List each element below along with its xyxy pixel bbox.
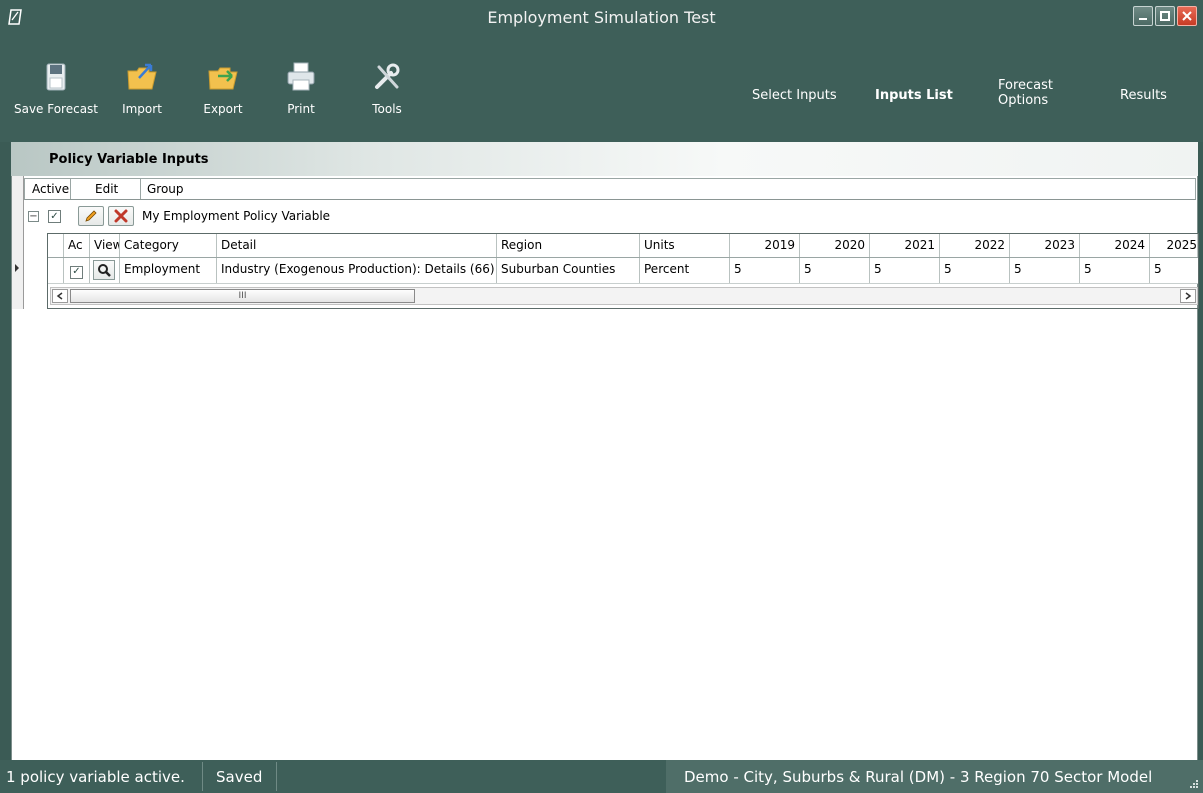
- column-header-2022[interactable]: 2022: [940, 234, 1010, 257]
- cell-detail[interactable]: Industry (Exogenous Production): Details…: [217, 258, 497, 283]
- nav-forecast-options-line1: Forecast: [998, 78, 1054, 93]
- close-button[interactable]: [1177, 6, 1197, 26]
- status-model-panel: Demo - City, Suburbs & Rural (DM) - 3 Re…: [666, 760, 1203, 793]
- delete-group-button[interactable]: [108, 206, 134, 226]
- column-header-2024[interactable]: 2024: [1080, 234, 1150, 257]
- cell-category[interactable]: Employment: [120, 258, 217, 283]
- column-separator: [140, 179, 141, 199]
- row-active-cell: ✓: [64, 258, 90, 283]
- cell-2023[interactable]: 5: [1010, 258, 1080, 283]
- column-header-edit[interactable]: Edit: [95, 182, 118, 196]
- wrench-screwdriver-icon: [375, 63, 400, 89]
- tools-label: Tools: [372, 102, 402, 116]
- cell-2022[interactable]: 5: [940, 258, 1010, 283]
- status-divider: [276, 762, 277, 791]
- detail-row-header-spacer: [48, 234, 64, 257]
- column-header-units[interactable]: Units: [640, 234, 730, 257]
- resize-grip-icon[interactable]: [1189, 779, 1199, 789]
- column-header-2019[interactable]: 2019: [730, 234, 800, 257]
- current-row-arrow-icon: [15, 264, 19, 272]
- group-name: My Employment Policy Variable: [142, 209, 331, 223]
- column-header-2021[interactable]: 2021: [870, 234, 940, 257]
- cell-2020[interactable]: 5: [800, 258, 870, 283]
- nav-forecast-options[interactable]: Forecast Options: [998, 78, 1054, 108]
- group-grid-header: Active Edit Group: [24, 178, 1196, 200]
- table-row: ✓ Employment Industry (Exogenous Product…: [48, 258, 1198, 284]
- import-label: Import: [122, 102, 162, 116]
- export-button[interactable]: Export: [195, 60, 251, 130]
- toolbar: Save Forecast Import Export Print Tools …: [0, 36, 1203, 142]
- delete-x-icon: [114, 209, 128, 223]
- row-view-cell: [90, 258, 120, 283]
- detail-grid-header: Ac View Category Detail Region Units 201…: [48, 234, 1198, 258]
- column-header-view[interactable]: View: [90, 234, 120, 257]
- policy-detail-grid: Ac View Category Detail Region Units 201…: [47, 233, 1199, 309]
- print-button[interactable]: Print: [277, 60, 325, 130]
- section-header: Policy Variable Inputs: [11, 142, 1198, 176]
- column-separator: [70, 179, 71, 199]
- nav-select-inputs[interactable]: Select Inputs: [752, 88, 837, 103]
- horizontal-scrollbar[interactable]: III: [50, 287, 1198, 305]
- scroll-left-button[interactable]: [52, 289, 68, 303]
- row-active-checkbox[interactable]: ✓: [70, 265, 83, 279]
- status-bar: 1 policy variable active. Saved Demo - C…: [0, 760, 1203, 793]
- cell-region[interactable]: Suburban Counties: [497, 258, 640, 283]
- maximize-icon: [1160, 11, 1170, 21]
- scroll-right-button[interactable]: [1180, 289, 1196, 303]
- status-divider: [202, 762, 203, 791]
- status-model-info: Demo - City, Suburbs & Rural (DM) - 3 Re…: [684, 768, 1153, 786]
- group-row: − ✓ My Employment Policy Variable: [24, 205, 1196, 229]
- title-bar: Employment Simulation Test: [0, 0, 1203, 36]
- collapse-expander-icon[interactable]: −: [28, 211, 39, 222]
- column-header-active[interactable]: Ac: [64, 234, 90, 257]
- cell-units[interactable]: Percent: [640, 258, 730, 283]
- scroll-thumb[interactable]: III: [70, 289, 415, 303]
- magnifier-icon: [98, 264, 111, 277]
- import-button[interactable]: Import: [115, 60, 169, 130]
- view-button[interactable]: [93, 260, 115, 280]
- edit-group-button[interactable]: [78, 206, 104, 226]
- pencil-icon: [85, 210, 97, 222]
- close-icon: [1182, 11, 1192, 21]
- row-indicator[interactable]: [12, 176, 24, 309]
- floppy-disk-icon: [46, 63, 66, 91]
- chevron-right-icon: [1185, 292, 1192, 300]
- cell-2019[interactable]: 5: [730, 258, 800, 283]
- column-header-active[interactable]: Active: [32, 182, 69, 196]
- folder-export-icon: [208, 67, 238, 90]
- column-header-category[interactable]: Category: [120, 234, 217, 257]
- export-label: Export: [203, 102, 243, 116]
- cell-2024[interactable]: 5: [1080, 258, 1150, 283]
- status-save-state: Saved: [216, 768, 263, 786]
- column-header-detail[interactable]: Detail: [217, 234, 497, 257]
- detail-row-header: [48, 258, 64, 283]
- column-header-2025[interactable]: 2025: [1150, 234, 1198, 257]
- tools-button[interactable]: Tools: [363, 60, 411, 130]
- column-header-group[interactable]: Group: [147, 182, 184, 196]
- minimize-icon: [1139, 18, 1147, 20]
- section-title: Policy Variable Inputs: [49, 152, 209, 167]
- nav-results[interactable]: Results: [1120, 88, 1167, 103]
- cell-2025[interactable]: 5: [1150, 258, 1198, 283]
- column-header-region[interactable]: Region: [497, 234, 640, 257]
- group-active-checkbox[interactable]: ✓: [48, 210, 61, 223]
- policy-variable-grid: Active Edit Group − ✓ My Employment Poli…: [11, 176, 1199, 760]
- save-forecast-label: Save Forecast: [13, 102, 99, 116]
- folder-import-icon: [127, 63, 157, 90]
- chevron-left-icon: [56, 292, 63, 300]
- maximize-button[interactable]: [1155, 6, 1175, 26]
- column-header-2020[interactable]: 2020: [800, 234, 870, 257]
- cell-2021[interactable]: 5: [870, 258, 940, 283]
- minimize-button[interactable]: [1133, 6, 1153, 26]
- nav-inputs-list[interactable]: Inputs List: [875, 88, 953, 103]
- window-title: Employment Simulation Test: [487, 8, 716, 27]
- status-active-count: 1 policy variable active.: [6, 768, 185, 786]
- nav-forecast-options-line2: Options: [998, 93, 1049, 108]
- print-label: Print: [287, 102, 315, 116]
- window-controls: [1133, 6, 1197, 26]
- save-forecast-button[interactable]: Save Forecast: [12, 60, 100, 130]
- column-header-2023[interactable]: 2023: [1010, 234, 1080, 257]
- printer-icon: [287, 62, 315, 91]
- application-window: Employment Simulation Test Save Forecast: [0, 0, 1203, 793]
